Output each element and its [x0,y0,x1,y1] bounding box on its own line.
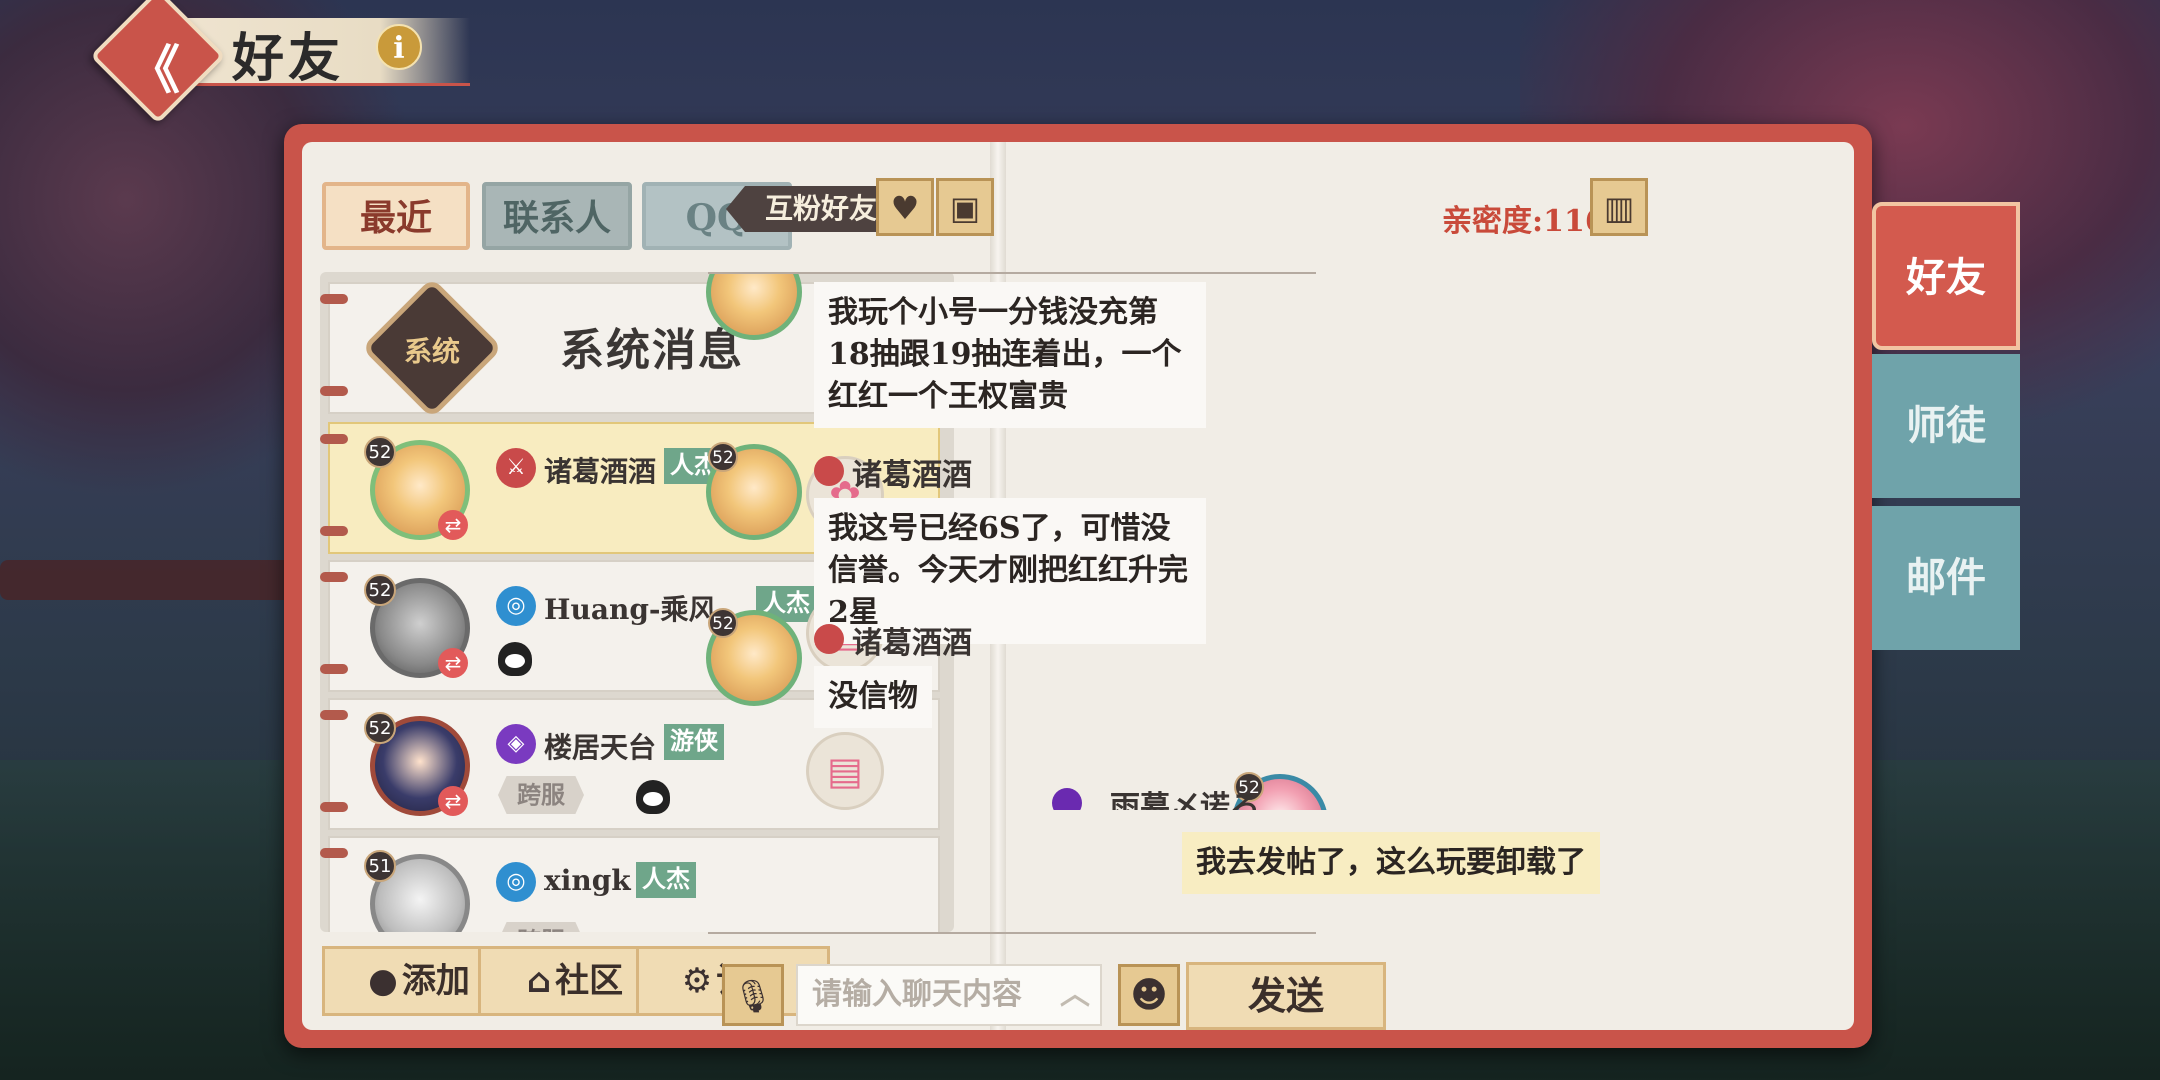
emoji-icon[interactable]: ☻ [1118,964,1180,1026]
level-badge: 51 [364,850,396,882]
binder-ring [320,294,348,304]
tab-contacts[interactable]: 联系人 [482,182,632,250]
swap-icon: ⇄ [438,786,468,816]
side-tab-friends[interactable]: 好友 [1872,202,2020,350]
swap-icon: ⇄ [438,510,468,540]
swirl-class-icon: ◎ [496,586,536,626]
send-button[interactable]: 发送 [1186,962,1386,1030]
home-icon: ⌂ [526,961,552,1001]
system-badge-label: 系统 [403,335,460,368]
sender-name: 诸葛酒酒 [852,626,972,661]
heart-icon[interactable]: ♥ [876,178,934,236]
intimacy-value: 亲密度:116 [1442,204,1606,239]
binder-ring [320,664,348,674]
sword-class-icon: ⚔ [496,448,536,488]
self-message-bubble: 我去发帖了，这么玩要卸载了 [1182,832,1600,894]
qq-penguin-icon [498,642,532,676]
level-badge: 52 [364,574,396,606]
community-label: 社区 [555,961,624,1001]
level-badge: 52 [708,442,738,472]
binder-ring [320,802,348,812]
cross-server-tag: 跨服 [498,776,584,814]
chevron-up-icon[interactable]: ︿ [1060,966,1090,1024]
level-badge: 52 [708,608,738,638]
message-bubble: 没信物 [814,666,932,728]
message-bubble: 我玩个小号一分钱没充第18抽跟19抽连着出，一个红红一个王权富贵 [814,282,1206,428]
friend-item[interactable]: 51 ◎ xingk 人杰 跨服 [320,836,940,932]
binder-ring [320,848,348,858]
binder-ring [320,526,348,536]
binder-ring [320,386,348,396]
swap-icon: ⇄ [438,648,468,678]
fan-class-icon: ◈ [496,724,536,764]
panel-inner: 最近 联系人 QQ 系统 系统消息 52 ⇄ ⚔ 诸葛酒酒 人杰 ✿ 52 ⇄ … [302,142,1854,1030]
friend-title-tag: 人杰 [636,862,696,898]
sword-class-icon [814,456,844,486]
info-icon[interactable]: i [376,24,422,70]
qq-penguin-icon [636,780,670,814]
cross-server-tag: 跨服 [498,922,584,932]
sender-name: 诸葛酒酒 [852,458,972,493]
back-arrow-icon[interactable]: 《 [128,28,180,103]
background-bridge [0,560,320,600]
chat-input-placeholder: 请输入聊天内容 [812,977,1022,1012]
side-tab-mail[interactable]: 邮件 [1872,506,2020,650]
level-badge: 52 [364,712,396,744]
sword-class-icon [814,624,844,654]
tab-recent[interactable]: 最近 [322,182,470,250]
chat-divider [708,932,1316,934]
friend-name: 诸葛酒酒 [544,455,657,488]
binder-ring [320,434,348,444]
sender-name: 雨幕〆诺ろ [1110,790,1260,810]
level-badge: 52 [364,436,396,468]
microphone-icon[interactable]: 🎙 [722,964,784,1026]
trash-icon[interactable]: ▥ [1590,178,1648,236]
side-tab-master[interactable]: 师徒 [1872,354,2020,498]
avatar[interactable] [706,274,802,340]
gift-icon[interactable]: ▣ [936,178,994,236]
page-header: 《 好友 i [90,0,470,124]
add-friend-label: 添加 [401,961,470,1001]
swirl-class-icon: ◎ [496,862,536,902]
person-icon: ● [368,961,398,1001]
friend-name: xingk [544,864,631,897]
chat-history[interactable]: 我玩个小号一分钱没充第18抽跟19抽连着出，一个红红一个王权富贵 52 诸葛酒酒… [706,274,1346,810]
page-title: 好友 [232,28,345,89]
friend-name: 楼居天台 [544,731,657,764]
friends-panel: 最近 联系人 QQ 系统 系统消息 52 ⇄ ⚔ 诸葛酒酒 人杰 ✿ 52 ⇄ … [284,124,1872,1048]
binder-ring [320,572,348,582]
chat-input[interactable]: 请输入聊天内容 ︿ [796,964,1102,1026]
gear-icon: ⚙ [681,961,713,1001]
fan-class-icon [1052,788,1082,810]
binder-ring [320,710,348,720]
